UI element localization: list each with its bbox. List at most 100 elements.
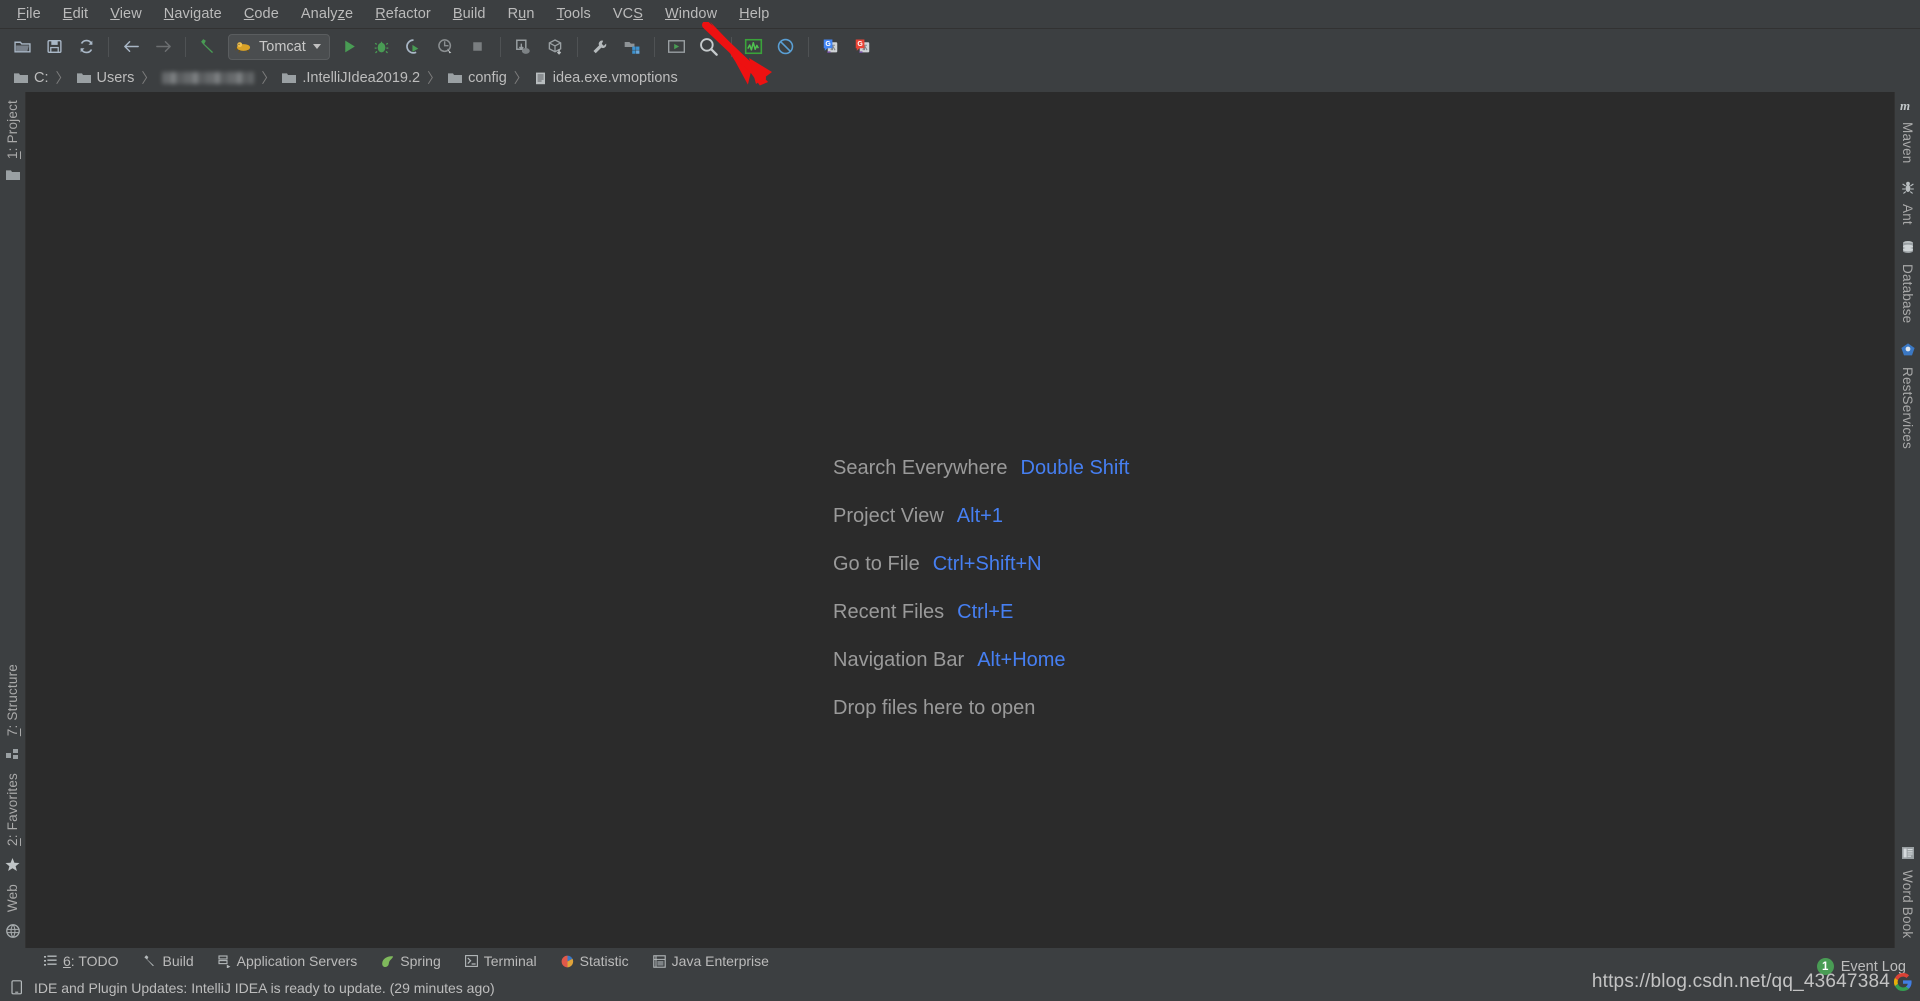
tool-window-label: Build xyxy=(162,953,194,969)
star-icon[interactable] xyxy=(2,854,23,876)
stop-icon[interactable] xyxy=(462,32,494,62)
debug-icon[interactable] xyxy=(366,32,398,62)
event-log-label[interactable]: Event Log xyxy=(1841,959,1906,975)
toolbar-separator xyxy=(576,36,578,57)
back-icon[interactable] xyxy=(115,32,147,62)
profile-icon[interactable] xyxy=(430,32,462,62)
project-folder-icon[interactable] xyxy=(3,167,23,189)
right-stripe-bottom-group: Word Book xyxy=(1897,842,1918,948)
tool-window-build[interactable]: Build xyxy=(131,950,206,972)
tool-window-todo[interactable]: 6: TODO xyxy=(32,950,131,972)
tool-window-label: Statistic xyxy=(579,953,629,969)
update-application-icon[interactable] xyxy=(507,32,539,62)
sidebar-item-structure[interactable]: 7: Structure xyxy=(2,656,23,744)
menu-item-navigate[interactable]: Navigate xyxy=(153,3,233,25)
menu-item-view[interactable]: View xyxy=(99,3,153,25)
synchronize-icon[interactable] xyxy=(70,32,102,62)
tomcat-icon xyxy=(235,42,251,53)
sidebar-item-rest-services[interactable]: RestServices xyxy=(1897,359,1918,457)
breadcrumb-separator: 〉 xyxy=(141,70,156,86)
tool-window-application-servers[interactable]: Application Servers xyxy=(206,950,370,972)
open-icon[interactable] xyxy=(6,32,38,62)
breadcrumb-label: config xyxy=(468,70,507,86)
tool-window-label: Spring xyxy=(400,953,441,969)
status-message: IDE and Plugin Updates: IntelliJ IDEA is… xyxy=(34,979,495,996)
project-structure-icon[interactable] xyxy=(616,32,648,62)
maven-icon[interactable]: m xyxy=(1897,92,1919,114)
sidebar-item-web[interactable]: Web xyxy=(2,876,23,920)
ant-icon[interactable] xyxy=(1898,172,1918,196)
menu-item-help[interactable]: Help xyxy=(728,3,780,25)
menu-item-analyze[interactable]: Analyze xyxy=(290,3,364,25)
disable-plugin-icon[interactable] xyxy=(770,32,802,62)
database-icon[interactable] xyxy=(1898,232,1918,256)
build-project-icon[interactable] xyxy=(192,32,224,62)
menu-item-file[interactable]: File xyxy=(6,3,52,25)
google-translate-red-icon[interactable]: G xyxy=(847,32,879,62)
toolbar-separator xyxy=(499,36,501,57)
java-enterprise-icon xyxy=(652,954,666,968)
sidebar-item-label: Maven xyxy=(1900,122,1915,164)
svg-text:m: m xyxy=(1900,98,1910,112)
menu-item-build[interactable]: Build xyxy=(442,3,497,25)
breadcrumb-item-file[interactable]: idea.exe.vmoptions xyxy=(531,70,682,86)
presentation-icon[interactable] xyxy=(661,32,693,62)
editor-empty-area[interactable]: Search Everywhere Double Shift Project V… xyxy=(26,92,1894,948)
hint-shortcut: Alt+Home xyxy=(977,648,1066,671)
notification-icon[interactable] xyxy=(10,980,24,995)
sidebar-item-ant[interactable]: Ant xyxy=(1897,196,1918,233)
menu-item-refactor[interactable]: Refactor xyxy=(364,3,442,25)
folder-icon xyxy=(14,73,28,83)
breadcrumb-separator: 〉 xyxy=(55,70,70,86)
deploy-icon[interactable] xyxy=(539,32,571,62)
menu-item-run[interactable]: Run xyxy=(497,3,546,25)
tool-window-bar: 6: TODO Build Application Servers Spring xyxy=(0,948,1920,974)
breadcrumb-item-drive[interactable]: C: xyxy=(10,70,53,86)
hint-go-to-file: Go to File Ctrl+Shift+N xyxy=(833,540,1130,588)
menu-item-window[interactable]: Window xyxy=(654,3,728,25)
structure-icon[interactable] xyxy=(3,744,22,765)
search-everywhere-toolbar-button[interactable] xyxy=(693,32,725,62)
globe-icon[interactable] xyxy=(3,920,23,948)
sidebar-item-project[interactable]: 1: Project xyxy=(2,92,23,167)
sidebar-item-maven[interactable]: Maven xyxy=(1897,114,1918,172)
hint-search-everywhere: Search Everywhere Double Shift xyxy=(833,444,1130,492)
statistic-chart-icon[interactable] xyxy=(738,32,770,62)
hint-shortcut: Alt+1 xyxy=(956,504,1003,527)
sidebar-item-word-book[interactable]: Word Book xyxy=(1897,862,1918,948)
menu-item-vcs[interactable]: VCS xyxy=(602,3,654,25)
editor-hints-list: Search Everywhere Double Shift Project V… xyxy=(833,444,1130,732)
hint-shortcut: Ctrl+Shift+N xyxy=(932,552,1042,575)
folder-icon xyxy=(76,73,91,83)
run-configuration-selector[interactable]: Tomcat xyxy=(228,33,330,60)
menu-item-edit[interactable]: Edit xyxy=(52,3,99,25)
tool-window-statistic[interactable]: Statistic xyxy=(549,950,641,972)
statistic-icon xyxy=(561,955,573,967)
tool-window-terminal[interactable]: Terminal xyxy=(453,950,549,972)
menu-item-tools[interactable]: Tools xyxy=(546,3,602,25)
hint-label: Navigation Bar xyxy=(833,648,965,671)
forward-icon[interactable] xyxy=(147,32,179,62)
chevron-down-icon[interactable] xyxy=(312,44,321,49)
breadcrumb-item-config[interactable]: config xyxy=(444,70,511,86)
event-log-area[interactable]: 1 Event Log xyxy=(1816,958,1906,975)
save-all-icon[interactable] xyxy=(38,32,70,62)
breadcrumb-item-users[interactable]: Users xyxy=(73,70,139,86)
breadcrumb-item-intellij-folder[interactable]: .IntelliJIdea2019.2 xyxy=(278,70,424,86)
hint-label: Project View xyxy=(833,504,944,527)
rest-services-icon[interactable] xyxy=(1897,332,1919,359)
hint-recent-files: Recent Files Ctrl+E xyxy=(833,588,1130,636)
word-book-icon[interactable] xyxy=(1898,842,1918,862)
menu-item-code[interactable]: Code xyxy=(233,3,290,25)
tool-window-label: 6: TODO xyxy=(63,953,119,969)
breadcrumb-item-username-redacted[interactable] xyxy=(158,72,258,84)
sidebar-item-database[interactable]: Database xyxy=(1897,256,1918,331)
tool-window-java-enterprise[interactable]: Java Enterprise xyxy=(641,950,781,972)
run-icon[interactable] xyxy=(334,32,366,62)
run-with-coverage-icon[interactable] xyxy=(398,32,430,62)
settings-gear-icon[interactable] xyxy=(584,32,616,62)
tool-window-spring[interactable]: Spring xyxy=(369,950,452,972)
breadcrumb-label: Users xyxy=(96,70,135,86)
sidebar-item-favorites[interactable]: 2: Favorites xyxy=(2,765,23,854)
google-translate-blue-icon[interactable]: G xyxy=(815,32,847,62)
